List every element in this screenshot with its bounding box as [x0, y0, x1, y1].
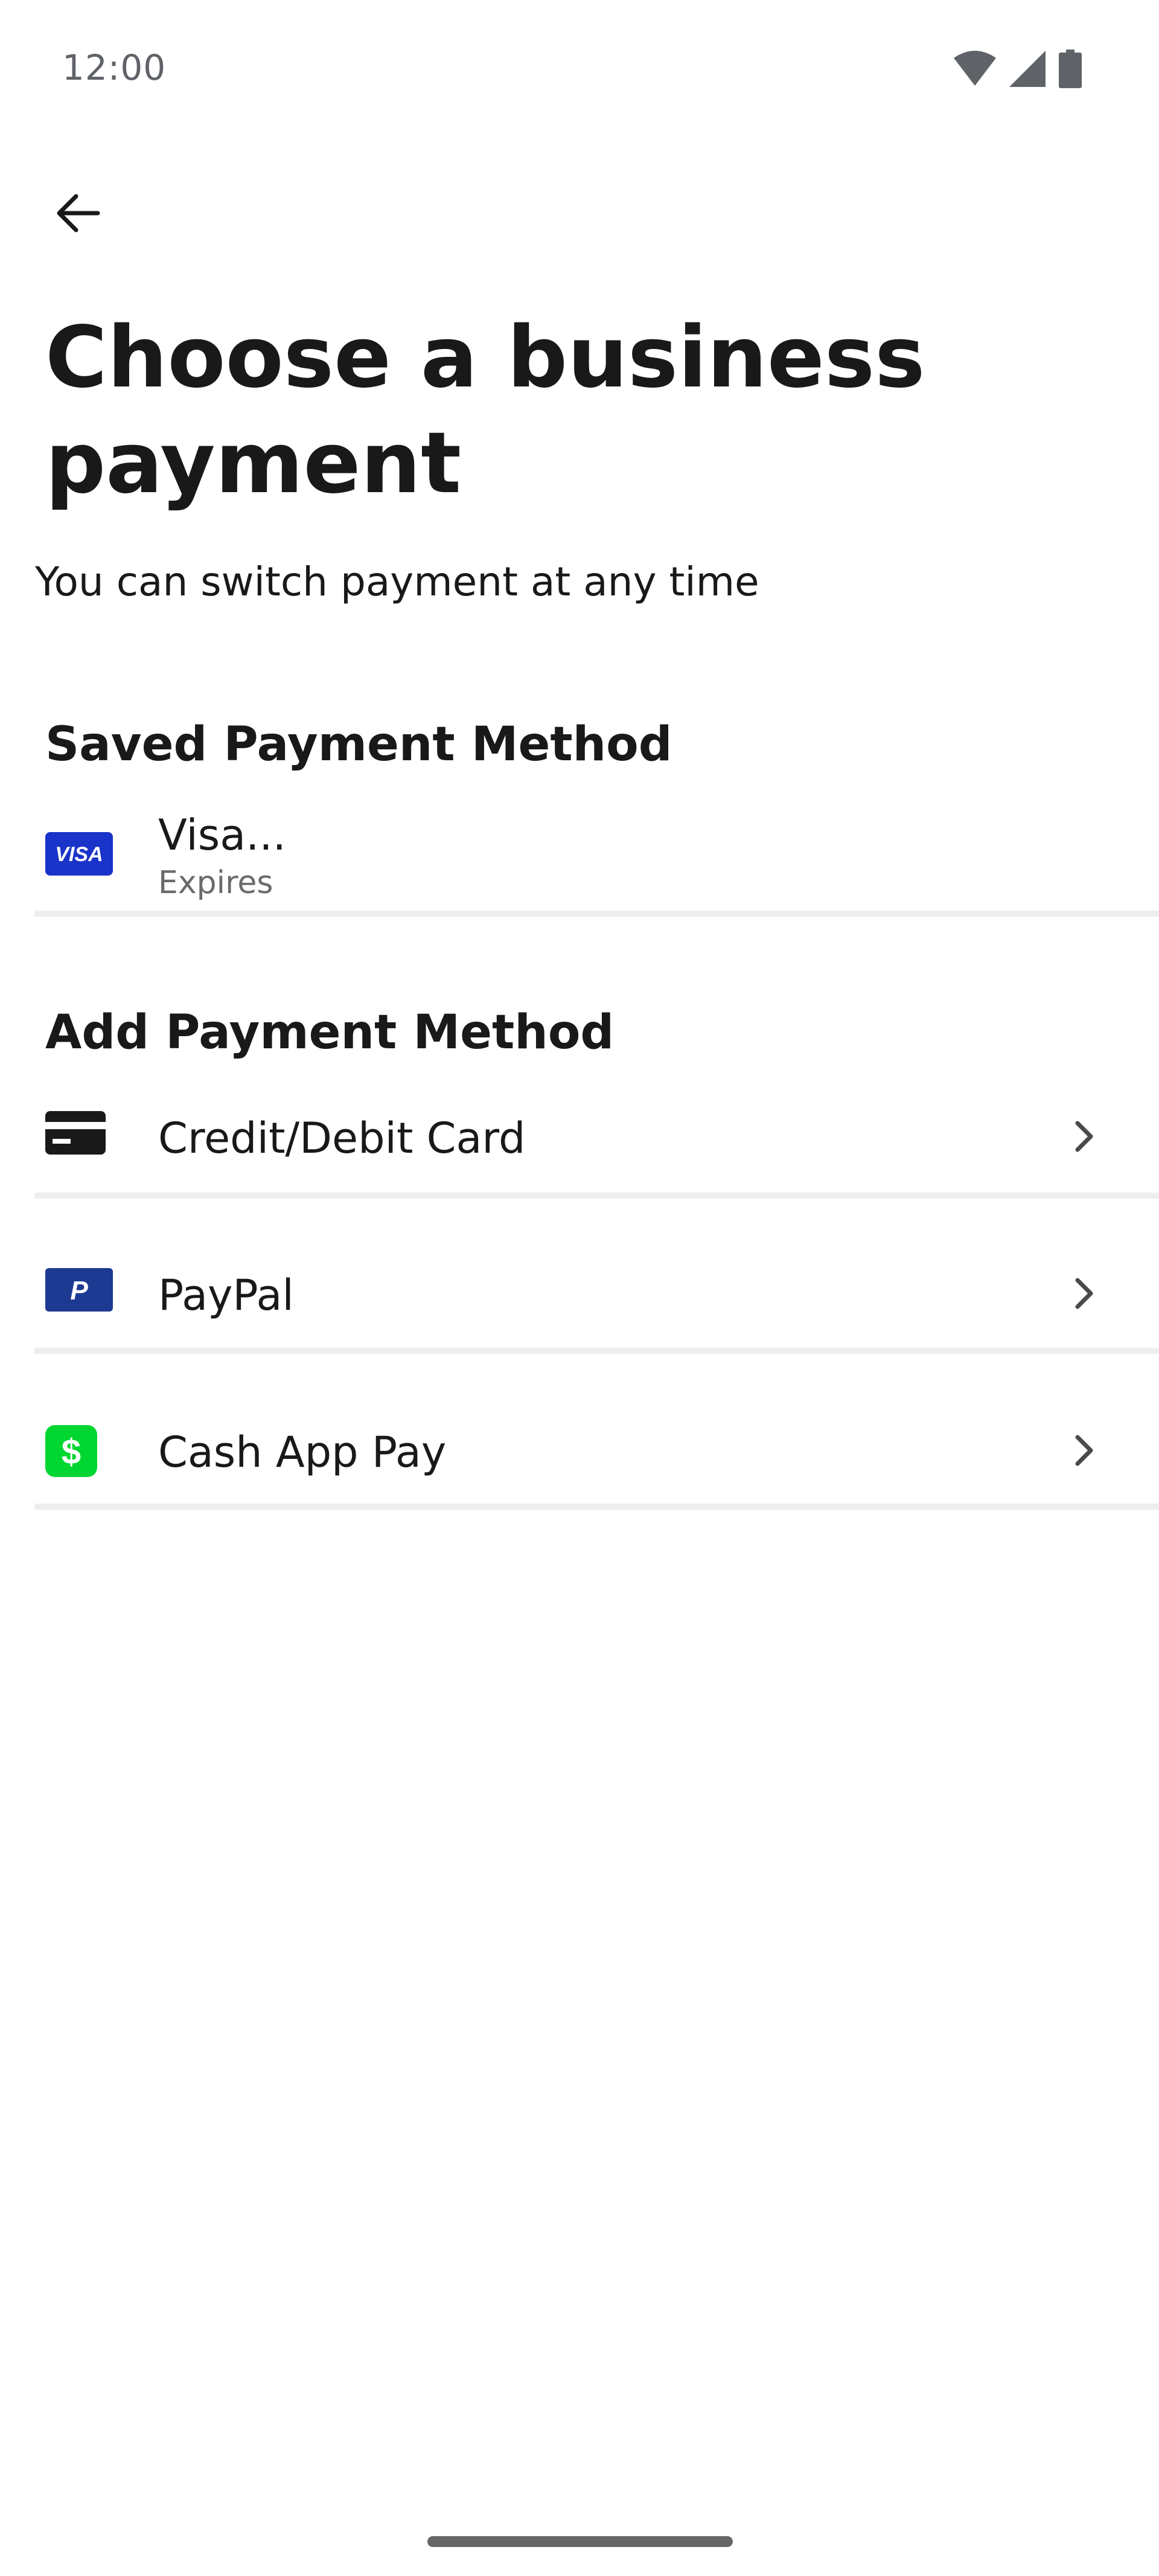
add-payment-heading: Add Payment Method: [45, 1005, 615, 1060]
divider: [34, 911, 1159, 917]
chevron-right-icon: [1071, 1277, 1096, 1310]
page-subtitle: You can switch payment at any time: [35, 559, 759, 605]
status-icons: [954, 50, 1082, 91]
saved-card-title: Visa...: [158, 810, 286, 860]
chevron-right-icon: [1071, 1120, 1096, 1153]
saved-payment-heading: Saved Payment Method: [45, 717, 672, 772]
credit-card-icon: [45, 1111, 106, 1155]
back-button[interactable]: [48, 184, 109, 245]
cash-app-icon: $: [45, 1425, 97, 1477]
svg-text:VISA: VISA: [55, 843, 103, 866]
divider: [34, 1348, 1159, 1354]
visa-card-icon: VISA: [45, 832, 113, 876]
paypal-icon: P: [45, 1268, 113, 1312]
credit-debit-card-label: Credit/Debit Card: [158, 1113, 526, 1163]
divider: [34, 1193, 1159, 1199]
divider: [34, 1504, 1159, 1510]
arrow-left-icon: [54, 189, 103, 240]
svg-text:P: P: [70, 1276, 88, 1306]
saved-visa-card[interactable]: VISA Visa... Expires: [34, 803, 1159, 912]
svg-text:$: $: [62, 1432, 81, 1472]
chevron-right-icon: [1071, 1434, 1096, 1467]
add-cash-app-pay-row[interactable]: $ Cash App Pay: [34, 1390, 1159, 1511]
battery-icon: [1059, 50, 1082, 91]
cash-app-pay-label: Cash App Pay: [158, 1427, 447, 1477]
add-paypal-row[interactable]: P PayPal: [34, 1233, 1159, 1354]
status-bar: 12:00: [0, 0, 1159, 139]
add-credit-debit-card-row[interactable]: Credit/Debit Card: [34, 1076, 1159, 1197]
status-time: 12:00: [62, 47, 167, 88]
saved-card-expiry: Expires: [158, 865, 273, 901]
home-indicator[interactable]: [427, 2536, 733, 2547]
page-title: Choose a business payment: [45, 309, 925, 513]
wifi-icon: [954, 51, 996, 89]
paypal-label: PayPal: [158, 1270, 294, 1320]
cellular-signal-icon: [1009, 51, 1046, 89]
